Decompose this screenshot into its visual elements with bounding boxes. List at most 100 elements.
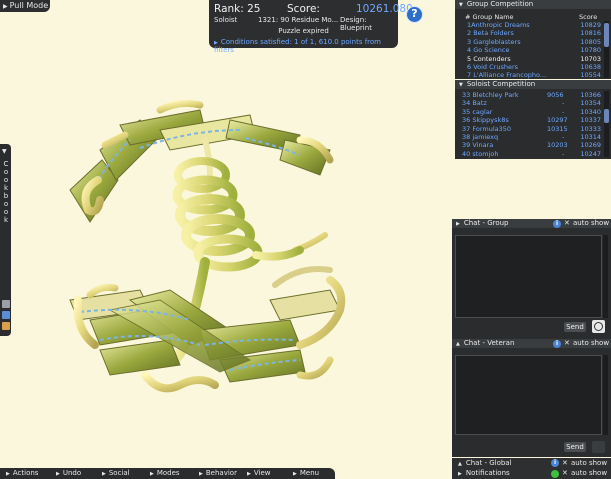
- chat-group-title: Chat - Group: [463, 219, 509, 227]
- recipe-icon[interactable]: [2, 322, 10, 330]
- cookbook-panel[interactable]: ▼ Cookbook: [0, 144, 11, 336]
- info-icon[interactable]: i: [553, 339, 561, 348]
- chat-global-auto-show[interactable]: auto show: [571, 458, 607, 468]
- status-icon: [551, 469, 559, 478]
- triangle-down-icon: ▼: [459, 2, 463, 8]
- recipe-icon[interactable]: [2, 311, 10, 319]
- table-row[interactable]: 34 Batz -10354: [462, 99, 601, 107]
- chat-veteran-title: Chat - Veteran: [463, 339, 515, 347]
- group-competition-panel: ▼ Group Competition # Group Name Score 1A…: [455, 0, 611, 79]
- bottom-menu-bar: ▶ Actions ▶ Undo ▶ Social ▶ Modes ▶ Behavior …: [0, 468, 335, 479]
- menu-social[interactable]: ▶ Social: [102, 468, 130, 479]
- score-value: 10261.080: [356, 3, 413, 15]
- triangle-up-icon: ▲: [458, 461, 462, 467]
- clock-icon[interactable]: [592, 320, 605, 333]
- chat-global-title: Chat - Global: [465, 459, 512, 467]
- table-row[interactable]: 2 Beta Folders 10816: [467, 29, 601, 37]
- table-row[interactable]: 33 Bletchley Park 9056 10366: [462, 91, 601, 99]
- group-scrollbar[interactable]: [604, 21, 609, 78]
- table-row[interactable]: 5 Contenders 10703: [467, 55, 601, 63]
- triangle-up-icon: ▲: [456, 341, 460, 347]
- conditions-text: Conditions satisfied: 1 of 1, 610.0 poin…: [214, 38, 381, 54]
- col-score: Score: [579, 13, 598, 21]
- soloist-competition-header[interactable]: ▼ Soloist Competition: [455, 80, 611, 89]
- group-scrollbar-thumb[interactable]: [604, 23, 609, 47]
- help-button[interactable]: ?: [406, 6, 423, 23]
- notifications-bar[interactable]: ▶ Notifications ✕ auto show: [452, 468, 611, 479]
- menu-undo[interactable]: ▶ Undo: [56, 468, 81, 479]
- chat-group-header[interactable]: ▶ Chat - Group i ✕ auto show: [452, 219, 611, 228]
- table-row[interactable]: 40 stomjoh -10247: [462, 150, 601, 158]
- triangle-right-icon: ▶: [456, 221, 460, 227]
- close-icon[interactable]: ✕: [564, 219, 570, 228]
- triangle-right-icon: ▶: [3, 3, 8, 10]
- menu-behavior[interactable]: ▶ Behavior: [199, 468, 237, 479]
- menu-actions[interactable]: ▶ Actions: [6, 468, 38, 479]
- score-label: Score:: [287, 3, 320, 15]
- chat-group-scrollbar[interactable]: [603, 235, 608, 318]
- triangle-right-icon: ▶: [458, 471, 462, 477]
- chat-veteran-send-button[interactable]: Send: [564, 442, 586, 452]
- chat-veteran-header[interactable]: ▲ Chat - Veteran i ✕ auto show: [452, 339, 611, 348]
- close-icon[interactable]: ✕: [562, 458, 568, 468]
- chat-veteran-scrollbar[interactable]: [603, 355, 608, 435]
- group-list: 1Anthropic Dreams 10829 2 Beta Folders 108…: [467, 21, 601, 80]
- puzzle-status: Puzzle expired: [278, 27, 329, 35]
- notifications-auto-show[interactable]: auto show: [571, 468, 607, 479]
- table-row[interactable]: 39 Vinara 10203 10269: [462, 141, 601, 149]
- triangle-right-icon: ▶: [56, 471, 60, 477]
- upper-beta-sheets: [69, 109, 331, 223]
- puzzle-description[interactable]: 1321: 90 Residue Mo...: [258, 16, 338, 24]
- table-row[interactable]: 35 caglar -10340: [462, 108, 601, 116]
- conditions-link[interactable]: ▶ Conditions satisfied: 1 of 1, 610.0 poi…: [214, 38, 398, 54]
- triangle-right-icon: ▶: [150, 471, 154, 477]
- recipe-icon[interactable]: [2, 300, 10, 308]
- chat-veteran-auto-show[interactable]: auto show: [573, 339, 609, 348]
- table-row[interactable]: 4 Go Science 10780: [467, 46, 601, 54]
- menu-view[interactable]: ▶ View: [247, 468, 270, 479]
- table-row[interactable]: 38 jamiexq -10314: [462, 133, 601, 141]
- col-group-name: # Group Name: [465, 13, 514, 21]
- table-row[interactable]: 1Anthropic Dreams 10829: [467, 21, 601, 29]
- close-icon[interactable]: ✕: [562, 468, 568, 479]
- triangle-down-icon: ▼: [459, 82, 463, 88]
- table-row[interactable]: 37 Formula350 10315 10333: [462, 125, 601, 133]
- table-row[interactable]: 7 L'Alliance Francopho... 10554: [467, 71, 601, 79]
- table-row[interactable]: 3 Gargleblasters 10805: [467, 38, 601, 46]
- table-row[interactable]: 36 Skippysk8s 10297 10337: [462, 116, 601, 124]
- notifications-title: Notifications: [465, 469, 510, 477]
- soloist-scrollbar-thumb[interactable]: [604, 109, 609, 123]
- info-icon[interactable]: i: [553, 219, 561, 228]
- chat-group-messages[interactable]: [455, 235, 602, 318]
- close-icon[interactable]: ✕: [564, 339, 570, 348]
- triangle-right-icon: ▶: [102, 471, 106, 477]
- cookbook-label: Cookbook: [3, 160, 9, 224]
- lower-beta-sheets: [69, 289, 341, 383]
- soloist-competition-panel: ▼ Soloist Competition 33 Bletchley Park 90…: [455, 80, 611, 159]
- chat-group-send-button[interactable]: Send: [564, 322, 586, 332]
- score-panel: Rank: 25 Score: 10261.080 Soloist 1321: …: [209, 0, 413, 54]
- chat-group-panel: ▶ Chat - Group i ✕ auto show Send: [452, 219, 611, 339]
- group-competition-header[interactable]: ▼ Group Competition: [455, 0, 611, 9]
- triangle-right-icon: ▶: [293, 471, 297, 477]
- soloist-scrollbar[interactable]: [604, 91, 609, 157]
- triangle-right-icon: ▶: [6, 471, 10, 477]
- mode-label: Soloist: [214, 16, 238, 24]
- soloist-competition-title: Soloist Competition: [466, 80, 536, 88]
- soloist-list: 33 Bletchley Park 9056 10366 34 Batz -10354…: [462, 91, 601, 158]
- info-icon[interactable]: i: [551, 459, 559, 467]
- triangle-right-icon: ▶: [199, 471, 203, 477]
- table-row[interactable]: 6 Void Crushers 10638: [467, 63, 601, 71]
- menu-modes[interactable]: ▶ Modes: [150, 468, 180, 479]
- triangle-right-icon: ▶: [247, 471, 251, 477]
- chat-veteran-messages[interactable]: [455, 355, 602, 435]
- history-icon[interactable]: [592, 441, 605, 453]
- pull-mode-label: Pull Mode: [9, 1, 49, 10]
- rank-label: Rank: 25: [214, 3, 261, 15]
- chat-global-bar[interactable]: ▲ Chat - Global i ✕ auto show: [452, 458, 611, 468]
- chat-group-auto-show[interactable]: auto show: [573, 219, 609, 228]
- group-competition-title: Group Competition: [466, 0, 534, 8]
- menu-menu[interactable]: ▶ Menu: [293, 468, 319, 479]
- pull-mode-button[interactable]: ▶ Pull Mode: [0, 0, 50, 12]
- chat-veteran-panel: ▲ Chat - Veteran i ✕ auto show Send: [452, 339, 611, 457]
